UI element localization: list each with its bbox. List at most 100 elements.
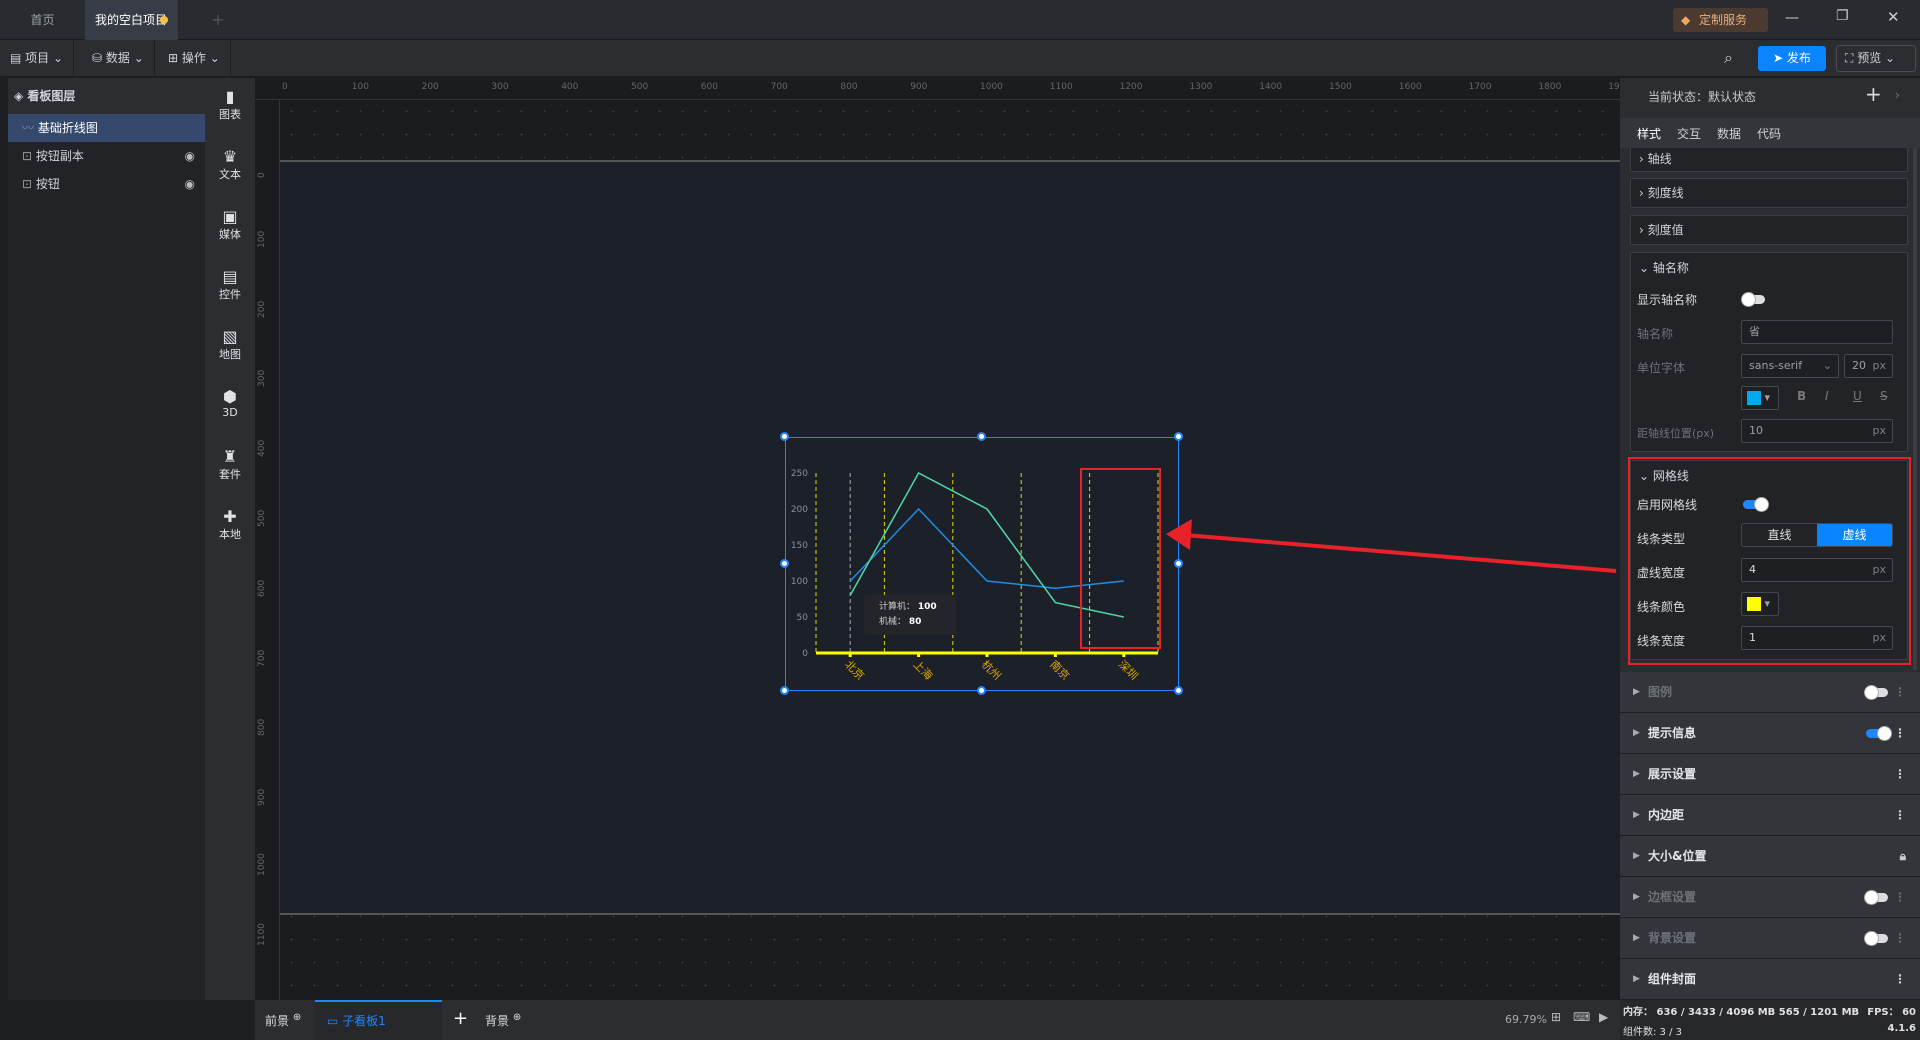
background-tab[interactable]: 背景 ⊕ bbox=[485, 1012, 521, 1029]
label: 内边距 bbox=[1648, 808, 1685, 822]
y-tick-label: 200 bbox=[791, 505, 808, 515]
label: 轴名称 bbox=[1637, 327, 1674, 341]
caret-right-icon: ▶ bbox=[1633, 769, 1640, 779]
highlight-box-chart bbox=[1080, 468, 1161, 649]
label: 提示信息 bbox=[1648, 726, 1697, 740]
axis-name-input[interactable]: 省 bbox=[1741, 320, 1893, 344]
chart-tooltip: 计算机： 100 机械： 80 bbox=[864, 595, 956, 635]
memory-usage: 内存： 636 / 3433 / 4096 MB 565 / 1201 MB bbox=[1623, 1007, 1860, 1018]
section-axis-line[interactable]: › 轴线 bbox=[1630, 148, 1908, 172]
x-tick-label: 深圳 bbox=[1116, 658, 1141, 683]
zoom-level[interactable]: 69.79% bbox=[1505, 1013, 1547, 1026]
caret-right-icon: ▶ bbox=[1633, 728, 1640, 738]
legend-toggle[interactable] bbox=[1864, 685, 1888, 700]
font-select[interactable]: sans-serif ⌄ bbox=[1741, 354, 1839, 378]
more-icon[interactable]: ⋮ bbox=[1894, 877, 1906, 917]
section-display[interactable]: ▶ 展示设置 ⋮ bbox=[1620, 754, 1920, 795]
version: 4.1.6 bbox=[1887, 1023, 1916, 1034]
more-icon[interactable]: ⋮ bbox=[1894, 713, 1906, 753]
lock-icon[interactable]: 🔒︎ bbox=[1900, 836, 1906, 876]
label: 背景设置 bbox=[1648, 931, 1697, 945]
label: 距轴线位置(px) bbox=[1637, 427, 1715, 440]
keyboard-icon[interactable]: ⌨ bbox=[1573, 1010, 1590, 1024]
section-tick-value[interactable]: › 刻度值 bbox=[1630, 215, 1908, 245]
label: 轴线 bbox=[1647, 152, 1672, 166]
section-tooltip[interactable]: ▶ 提示信息 ⋮ bbox=[1620, 713, 1920, 754]
chevron-right-icon[interactable]: › bbox=[1895, 88, 1900, 102]
section-padding[interactable]: ▶ 内边距 ⋮ bbox=[1620, 795, 1920, 836]
section-cover[interactable]: ▶ 组件封面 ⋮ bbox=[1620, 959, 1920, 1000]
more-icon[interactable]: ⋮ bbox=[1894, 918, 1906, 958]
status-bar: 内存： 636 / 3433 / 4096 MB 565 / 1201 MB F… bbox=[1620, 1000, 1920, 1040]
add-circle-icon[interactable]: ⊕ bbox=[293, 1012, 301, 1023]
background-toggle[interactable] bbox=[1864, 931, 1888, 946]
add-state-button[interactable]: + bbox=[1865, 82, 1882, 106]
terminal-icon[interactable]: ▶ bbox=[1599, 1010, 1608, 1024]
tooltip-value: 100 bbox=[917, 602, 937, 612]
y-tick-label: 100 bbox=[791, 577, 808, 587]
add-board-button[interactable]: + bbox=[453, 1008, 468, 1029]
strikethrough-icon[interactable]: S bbox=[1880, 389, 1888, 403]
label: 图例 bbox=[1648, 685, 1673, 699]
label: 边框设置 bbox=[1648, 890, 1697, 904]
state-value: 默认状态 bbox=[1708, 90, 1757, 104]
more-icon[interactable]: ⋮ bbox=[1894, 795, 1906, 835]
panel-tabs: 样式 交互 数据 代码 bbox=[1620, 118, 1920, 150]
chevron-down-icon: ⌄ bbox=[1822, 359, 1832, 372]
label: 显示轴名称 bbox=[1637, 293, 1698, 307]
bold-icon[interactable]: B bbox=[1797, 389, 1806, 403]
axis-offset-input[interactable]: 10 px bbox=[1741, 419, 1893, 443]
fit-screen-icon[interactable]: ⊞ bbox=[1551, 1010, 1561, 1024]
state-indicator: 当前状态：默认状态 bbox=[1648, 88, 1756, 105]
more-icon[interactable]: ⋮ bbox=[1894, 672, 1906, 712]
more-icon[interactable]: ⋮ bbox=[1894, 754, 1906, 794]
section-border[interactable]: ▶ 边框设置 ⋮ bbox=[1620, 877, 1920, 918]
caret-right-icon: ▶ bbox=[1633, 810, 1640, 820]
caret-right-icon: ▶ bbox=[1633, 892, 1640, 902]
tooltip-name: 机械 bbox=[879, 617, 898, 627]
value: 20 bbox=[1852, 359, 1866, 372]
caret-right-icon: ▶ bbox=[1633, 851, 1640, 861]
unit: px bbox=[1872, 424, 1887, 437]
unit: px bbox=[1872, 359, 1887, 372]
font-color-picker[interactable]: ▾ bbox=[1741, 386, 1779, 410]
tab-data[interactable]: 数据 bbox=[1717, 125, 1741, 142]
add-circle-icon[interactable]: ⊕ bbox=[513, 1012, 521, 1023]
x-tick-label: 上海 bbox=[910, 657, 935, 682]
italic-icon[interactable]: I bbox=[1825, 389, 1829, 403]
section-tick-line[interactable]: › 刻度线 bbox=[1630, 178, 1908, 208]
label: 单位字体 bbox=[1637, 361, 1686, 375]
caret-right-icon: ▶ bbox=[1633, 687, 1640, 697]
y-tick-label: 0 bbox=[802, 649, 808, 659]
foreground-tab[interactable]: 前景 ⊕ bbox=[265, 1012, 301, 1029]
font-size-input[interactable]: 20 px bbox=[1844, 354, 1893, 378]
tooltip-value: 80 bbox=[908, 617, 922, 627]
subboard-tab[interactable]: ▭ 子看板1 bbox=[315, 1000, 442, 1040]
section-size-position[interactable]: ▶ 大小&位置 🔒︎ bbox=[1620, 836, 1920, 877]
y-tick-label: 250 bbox=[791, 469, 808, 479]
scrollbar[interactable] bbox=[1913, 148, 1917, 670]
label: 刻度值 bbox=[1647, 223, 1684, 237]
border-toggle[interactable] bbox=[1864, 890, 1888, 905]
label: 组件封面 bbox=[1648, 972, 1697, 986]
x-tick-label: 杭州 bbox=[979, 657, 1004, 682]
label: 大小&位置 bbox=[1648, 849, 1707, 863]
tab-style[interactable]: 样式 bbox=[1637, 125, 1662, 150]
state-label: 当前状态： bbox=[1648, 90, 1709, 104]
section-legend[interactable]: ▶ 图例 ⋮ bbox=[1620, 672, 1920, 713]
tooltip-toggle[interactable] bbox=[1866, 726, 1892, 741]
label: 子看板1 bbox=[342, 1014, 386, 1028]
tab-interaction[interactable]: 交互 bbox=[1677, 125, 1701, 142]
tab-code[interactable]: 代码 bbox=[1757, 125, 1781, 142]
x-tick-label: 北京 bbox=[842, 657, 867, 682]
label: 轴名称 bbox=[1652, 261, 1689, 275]
show-axis-name-toggle[interactable] bbox=[1741, 292, 1765, 307]
label: 展示设置 bbox=[1648, 767, 1697, 781]
underline-icon[interactable]: U bbox=[1853, 389, 1862, 403]
properties-panel: 当前状态：默认状态 + › 样式 交互 数据 代码 › 轴线 › 刻度线 › 刻… bbox=[1620, 78, 1920, 1000]
highlight-box-panel bbox=[1628, 457, 1911, 665]
section-background[interactable]: ▶ 背景设置 ⋮ bbox=[1620, 918, 1920, 959]
more-icon[interactable]: ⋮ bbox=[1894, 959, 1906, 999]
y-tick-label: 50 bbox=[797, 613, 809, 623]
section-header[interactable]: ⌄ 轴名称 bbox=[1639, 259, 1689, 276]
